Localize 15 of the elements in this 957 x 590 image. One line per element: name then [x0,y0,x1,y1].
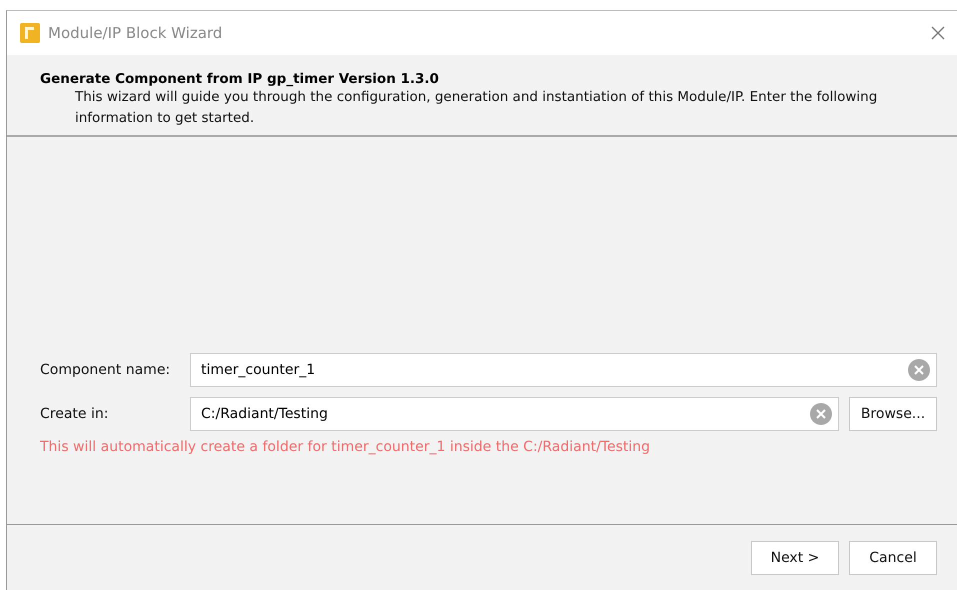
name-field[interactable]: timer_counter_1 [190,353,937,387]
info-message: This will automatically create a folder for timer_counter_1 inside the C:/Radiant/Testing [40,439,652,455]
browse-button[interactable]: Browse... [849,397,937,431]
close-icon[interactable] [931,26,945,40]
wizard-description: This wizard will guide you through the configuration, generation and instantiation of this Module/IP. Enter the following information to get started. [74,88,878,128]
logo-icon [20,23,40,43]
window-title: Module/IP Block Wizard [48,24,224,42]
cancel-button[interactable]: Cancel [849,541,937,575]
wizard-heading: Generate Component from IP gp_timer Version 1.3.0 [40,71,440,87]
clear-icon[interactable] [908,359,930,381]
next-button[interactable]: Next > [751,541,839,575]
field-label: Component name: [40,362,172,378]
clear-icon[interactable] [810,403,832,425]
folder-field[interactable]: C:/Radiant/Testing [190,397,839,431]
field-label: Create in: [40,406,110,422]
